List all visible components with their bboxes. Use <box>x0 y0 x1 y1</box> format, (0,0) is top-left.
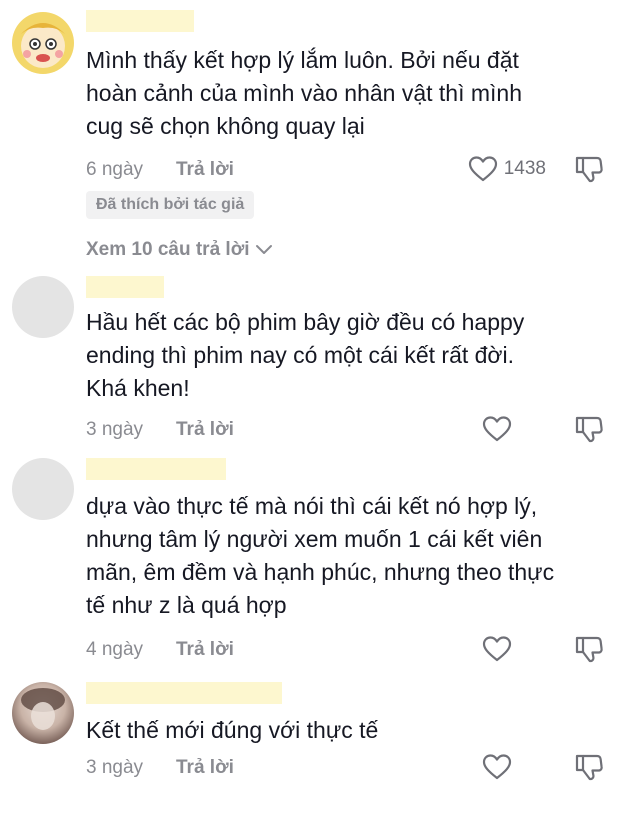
comment-line: Hầu hết các bộ phim bây giờ đều có happy <box>86 309 525 335</box>
like-button[interactable] <box>482 414 512 444</box>
blurred-photo-avatar-icon <box>12 682 74 744</box>
comment-line: dựa vào thực tế mà nói thì cái kết nó hợ… <box>86 493 538 519</box>
avatar[interactable] <box>12 276 74 338</box>
avatar[interactable] <box>12 12 74 74</box>
heart-outline-icon <box>482 416 512 442</box>
reply-button[interactable]: Trả lời <box>176 754 234 782</box>
comment-meta: 3 ngày Trả lời <box>86 754 604 782</box>
like-button[interactable] <box>482 634 512 664</box>
like-count: 1438 <box>503 158 546 179</box>
comment-text: Mình thấy kết hợp lý lắm luôn. Bởi nếu đ… <box>86 44 606 143</box>
comment-text: Hầu hết các bộ phim bây giờ đều có happy… <box>86 306 606 405</box>
comment-line: Kết thế mới đúng với thực tế <box>86 717 379 743</box>
comment-text: dựa vào thực tế mà nói thì cái kết nó hợ… <box>86 490 606 622</box>
comment-line: Khá khen! <box>86 375 190 401</box>
reply-button[interactable]: Trả lời <box>176 636 234 664</box>
comment-line: cug sẽ chọn không quay lại <box>86 113 365 139</box>
thumbs-down-icon <box>575 636 603 663</box>
dislike-button[interactable] <box>574 752 604 782</box>
liked-by-author-badge: Đã thích bởi tác giả <box>86 191 255 219</box>
comment-meta: 3 ngày Trả lời <box>86 416 604 444</box>
comment-meta: 6 ngày Trả lời 1438 <box>86 156 604 184</box>
like-button[interactable]: 1438 <box>468 154 546 184</box>
username-redacted[interactable] <box>86 682 282 704</box>
heart-outline-icon <box>482 636 512 662</box>
comment-text: Kết thế mới đúng với thực tế <box>86 714 606 747</box>
comment-line: nhưng tâm lý người xem muốn 1 cái kết vi… <box>86 526 543 552</box>
avatar[interactable] <box>12 458 74 520</box>
reply-button[interactable]: Trả lời <box>176 156 234 184</box>
cartoon-avatar-icon <box>12 12 74 74</box>
comments-panel: Mình thấy kết hợp lý lắm luôn. Bởi nếu đ… <box>0 0 620 840</box>
view-replies-button[interactable]: Xem 10 câu trả lời <box>86 236 273 264</box>
comment-time: 4 ngày <box>86 639 144 660</box>
dislike-button[interactable] <box>574 634 604 664</box>
heart-outline-icon <box>482 754 512 780</box>
comment-time: 3 ngày <box>86 419 144 440</box>
thumbs-down-icon <box>575 754 603 781</box>
dislike-button[interactable] <box>574 154 604 184</box>
thumbs-down-icon <box>575 156 603 183</box>
view-replies-label: Xem 10 câu trả lời <box>86 239 250 260</box>
comment-meta: 4 ngày Trả lời <box>86 636 604 664</box>
comment-line: Mình thấy kết hợp lý lắm luôn. Bởi nếu đ… <box>86 47 519 73</box>
heart-outline-icon <box>468 156 497 182</box>
username-redacted[interactable] <box>86 10 194 32</box>
avatar[interactable] <box>12 682 74 744</box>
comment-time: 3 ngày <box>86 757 144 778</box>
comment-time: 6 ngày <box>86 159 144 180</box>
dislike-button[interactable] <box>574 414 604 444</box>
comment-line: tế như z là quá hợp <box>86 592 287 618</box>
username-redacted[interactable] <box>86 458 226 480</box>
chevron-down-icon <box>256 245 273 254</box>
comment-line: hoàn cảnh của mình vào nhân vật thì mình <box>86 80 523 106</box>
thumbs-down-icon <box>575 416 603 443</box>
like-button[interactable] <box>482 752 512 782</box>
comment-line: ending thì phim nay có một cái kết rất đ… <box>86 342 515 368</box>
reply-button[interactable]: Trả lời <box>176 416 234 444</box>
comment-line: mãn, êm đềm và hạnh phúc, nhưng theo thự… <box>86 559 555 585</box>
username-redacted[interactable] <box>86 276 164 298</box>
